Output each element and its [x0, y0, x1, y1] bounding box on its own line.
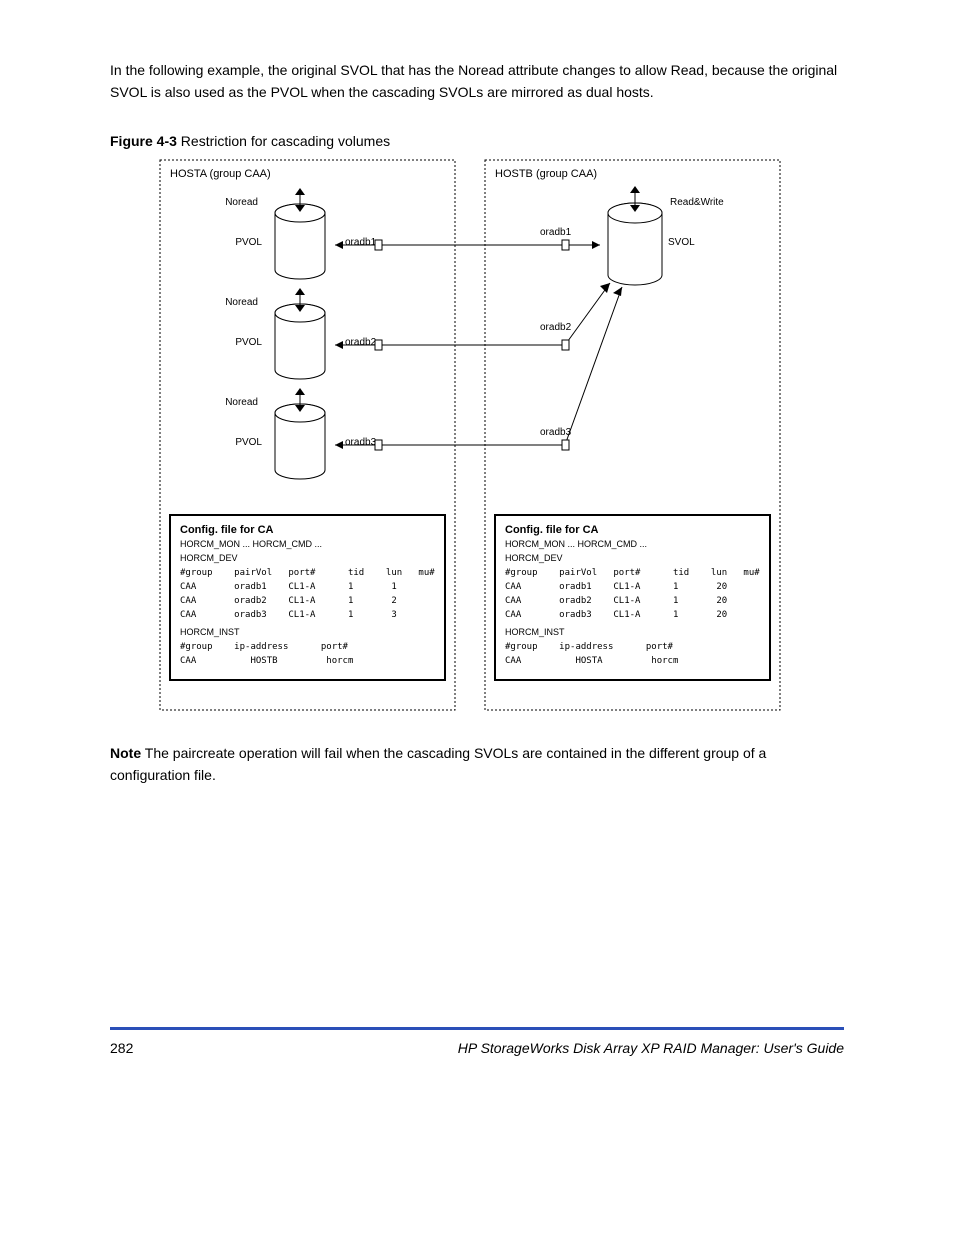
cylinder-left-1 — [275, 188, 325, 279]
svg-text:HORCM_MON ... HORCM_CMD ...: HORCM_MON ... HORCM_CMD ... — [180, 539, 322, 549]
noread-2: Noread — [225, 297, 258, 308]
svg-text:HORCM_INST: HORCM_INST — [180, 627, 240, 637]
noread-3: Noread — [225, 397, 258, 408]
svg-text:Config. file for CA: Config. file for CA — [505, 524, 599, 536]
noread-1: Noread — [225, 197, 258, 208]
oradb2-r: oradb2 — [540, 322, 572, 333]
svg-text:CAA oradb1 CL1-A: CAA oradb1 CL1-A 1 1 — [180, 582, 397, 592]
svg-text:HORCM_INST: HORCM_INST — [505, 627, 565, 637]
figure-number: Figure 4-3 — [110, 133, 177, 149]
svg-text:CAA oradb3 CL1-A: CAA oradb3 CL1-A 1 20 — [505, 610, 727, 620]
svg-text:Config. file for CA: Config. file for CA — [180, 524, 274, 536]
oradb1-r: oradb1 — [540, 227, 572, 238]
oradb2-l: oradb2 — [345, 337, 377, 348]
page-number: 282 — [110, 1040, 133, 1056]
oradb1-l: oradb1 — [345, 237, 377, 248]
svg-text:CAA oradb2 CL1-A: CAA oradb2 CL1-A 1 20 — [505, 596, 727, 606]
hostA-label: HOSTA (group CAA) — [170, 168, 271, 180]
config-box-left: Config. file for CA HORCM_MON ... HORCM_… — [170, 515, 445, 680]
cylinder-left-3 — [275, 388, 325, 479]
intro-paragraph: In the following example, the original S… — [110, 60, 844, 103]
svg-text:CAA HOSTA hor: CAA HOSTA horcm — [505, 656, 678, 666]
figure-caption: Figure 4-3 Restriction for cascading vol… — [110, 133, 844, 149]
config-box-right: Config. file for CA HORCM_MON ... HORCM_… — [495, 515, 770, 680]
cylinder-left-2 — [275, 288, 325, 379]
hostB-label: HOSTB (group CAA) — [495, 168, 597, 180]
figure-title: Restriction for cascading volumes — [181, 133, 390, 149]
readwrite-r: Read&Write — [670, 197, 724, 208]
svg-text:#group pairVol port#: #group pairVol port# tid lun mu# — [180, 568, 435, 578]
svg-text:HORCM_DEV: HORCM_DEV — [505, 553, 563, 563]
cylinder-right — [608, 186, 662, 285]
svg-text:CAA HOSTB hor: CAA HOSTB horcm — [180, 656, 353, 666]
svg-text:#group pairVol port#: #group pairVol port# tid lun mu# — [505, 568, 760, 578]
pvol-l1: PVOL — [235, 237, 262, 248]
svol-r: SVOL — [668, 237, 695, 248]
oradb3-l: oradb3 — [345, 437, 377, 448]
guide-title: HP StorageWorks Disk Array XP RAID Manag… — [458, 1040, 844, 1056]
footer-rule — [110, 1027, 844, 1030]
svg-text:#group ip-address port: #group ip-address port# — [180, 642, 349, 652]
page-footer: 282 HP StorageWorks Disk Array XP RAID M… — [110, 1040, 844, 1056]
pvol-l2: PVOL — [235, 337, 262, 348]
svg-text:CAA oradb1 CL1-A: CAA oradb1 CL1-A 1 20 — [505, 582, 727, 592]
pvol-l3: PVOL — [235, 437, 262, 448]
svg-text:HORCM_MON ... HORCM_CMD ...: HORCM_MON ... HORCM_CMD ... — [505, 539, 647, 549]
cascading-volumes-diagram: HOSTA (group CAA) HOSTB (group CAA) Nore… — [110, 155, 810, 715]
note-paragraph: Note The paircreate operation will fail … — [110, 743, 844, 786]
noread-left — [222, 168, 225, 180]
page-content: In the following example, the original S… — [110, 60, 844, 801]
svg-text:HORCM_DEV: HORCM_DEV — [180, 553, 238, 563]
oradb3-r: oradb3 — [540, 427, 572, 438]
svg-text:#group ip-address port: #group ip-address port# — [505, 642, 674, 652]
svg-text:CAA oradb3 CL1-A: CAA oradb3 CL1-A 1 3 — [180, 610, 397, 620]
note-label: Note — [110, 745, 141, 761]
svg-text:CAA oradb2 CL1-A: CAA oradb2 CL1-A 1 2 — [180, 596, 397, 606]
note-body: The paircreate operation will fail when … — [110, 745, 766, 783]
